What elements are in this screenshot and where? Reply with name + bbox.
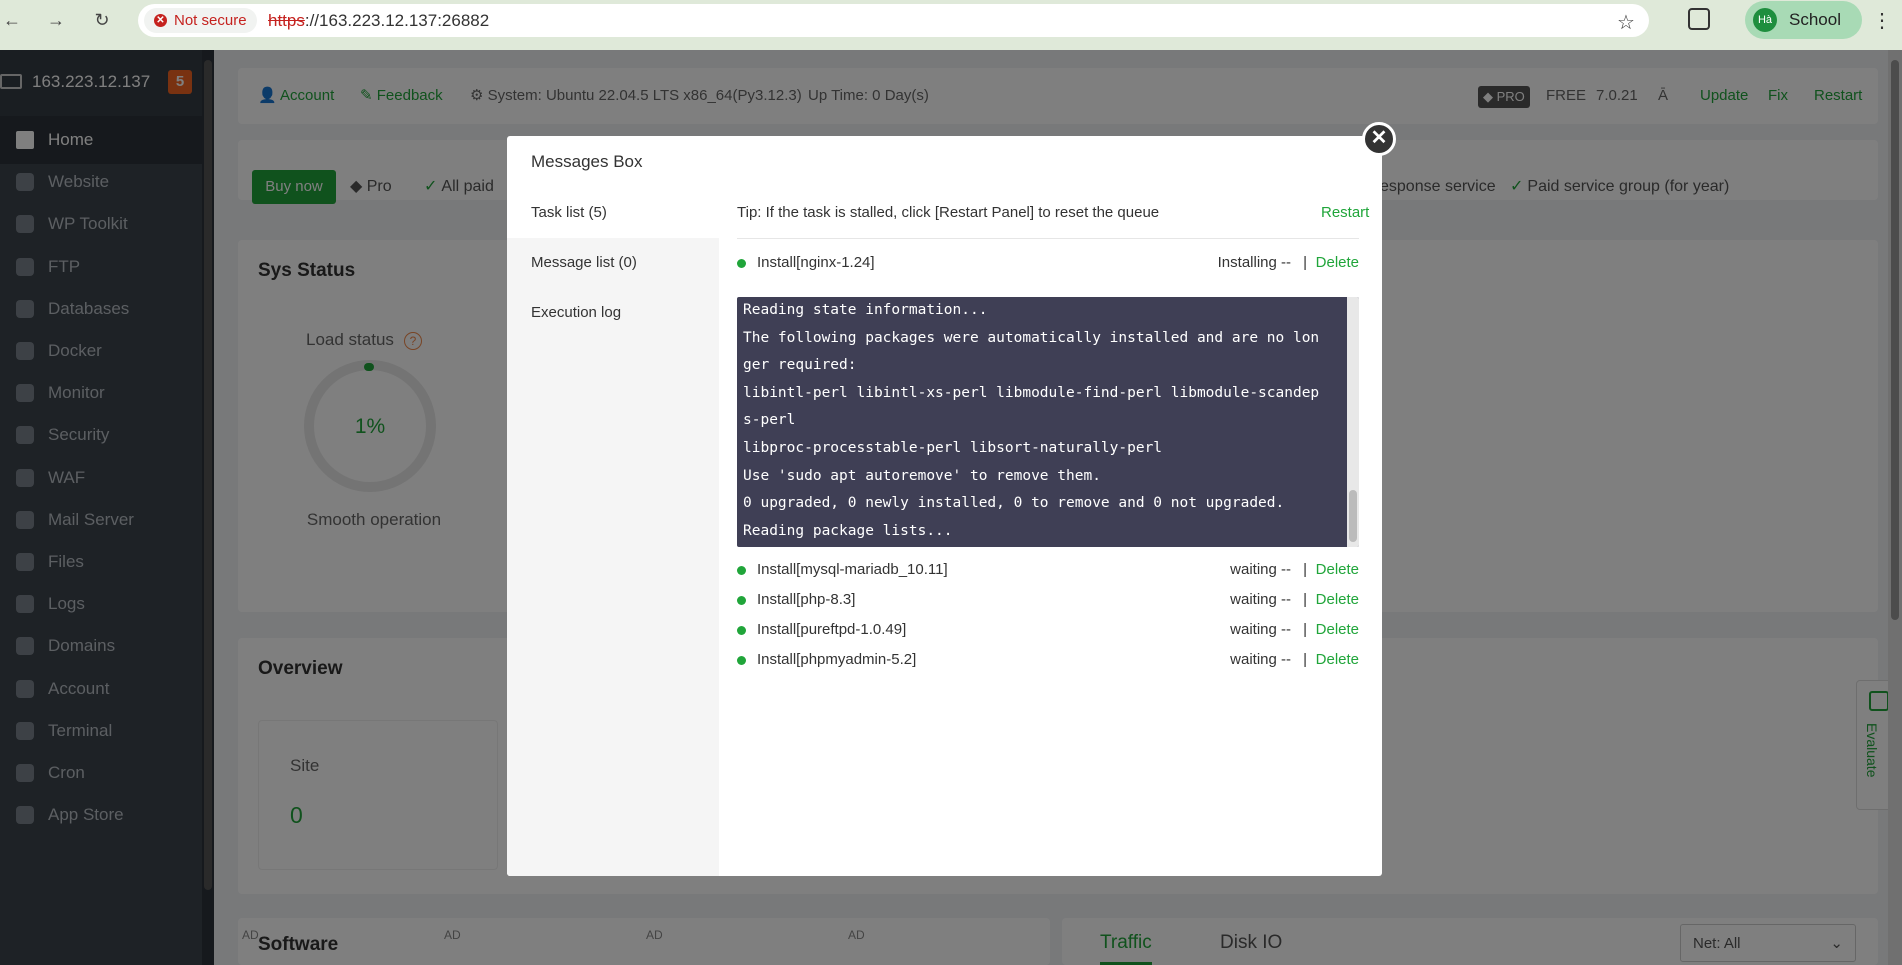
separator: | [1303, 621, 1307, 638]
restart-panel-link[interactable]: Restart [1321, 188, 1369, 238]
log-scroll-thumb[interactable] [1349, 490, 1357, 542]
task-status: Installing -- [1217, 254, 1291, 271]
avatar: Hà [1753, 8, 1777, 32]
divider [737, 238, 1359, 239]
status-dot-icon [737, 566, 746, 575]
tab-task-list[interactable]: Task list (5) [507, 188, 719, 238]
tab-message-list[interactable]: Message list (0) [507, 238, 719, 288]
delete-task-link[interactable]: Delete [1316, 248, 1359, 278]
install-log-text: Reading state information... The followi… [743, 302, 1320, 539]
task-row: Install[php-8.3] waiting -- | Delete [737, 585, 1359, 615]
profile-chip[interactable]: Hà School [1745, 1, 1862, 39]
modal-title: Messages Box [531, 152, 643, 171]
reload-icon[interactable]: ↻ [90, 8, 114, 32]
tab-execution-log[interactable]: Execution log [507, 288, 719, 338]
security-chip[interactable]: ✕ Not secure [144, 8, 257, 33]
delete-task-link[interactable]: Delete [1316, 585, 1359, 615]
task-status: waiting -- [1230, 561, 1291, 578]
separator: | [1303, 651, 1307, 668]
task-list-panel: Tip: If the task is stalled, click [Rest… [719, 188, 1382, 876]
url-rest: ://163.223.12.137:26882 [304, 11, 490, 30]
profile-name: School [1789, 10, 1841, 29]
extensions-icon[interactable] [1688, 8, 1710, 30]
status-dot-icon [737, 596, 746, 605]
close-icon[interactable]: ✕ [1362, 122, 1396, 156]
task-row: Install[phpmyadmin-5.2] waiting -- | Delete [737, 645, 1359, 675]
status-dot-icon [737, 259, 746, 268]
log-scrollbar[interactable] [1347, 297, 1359, 547]
url-scheme: https [268, 11, 305, 30]
delete-task-link[interactable]: Delete [1316, 555, 1359, 585]
task-row-active: Install[nginx-1.24] Installing -- | Dele… [737, 248, 1359, 278]
task-name: Install[phpmyadmin-5.2] [757, 651, 917, 668]
back-icon[interactable]: ← [0, 8, 24, 32]
task-name: Install[php-8.3] [757, 591, 856, 608]
task-name: Install[mysql-mariadb_10.11] [757, 561, 948, 578]
messages-box-modal: Messages Box Task list (5) Message list … [507, 136, 1382, 876]
task-status: waiting -- [1230, 591, 1291, 608]
separator: | [1303, 254, 1307, 271]
browser-toolbar: ← → ↻ ✕ Not secure https://163.223.12.13… [0, 0, 1902, 50]
task-row: Install[pureftpd-1.0.49] waiting -- | Delet… [737, 615, 1359, 645]
forward-icon[interactable]: → [44, 8, 68, 32]
status-dot-icon [737, 626, 746, 635]
delete-task-link[interactable]: Delete [1316, 645, 1359, 675]
task-row: Install[mysql-mariadb_10.11] waiting -- | D… [737, 555, 1359, 585]
tip-text: Tip: If the task is stalled, click [Rest… [737, 204, 1160, 221]
task-name: Install[pureftpd-1.0.49] [757, 621, 907, 638]
url-text[interactable]: https://163.223.12.137:26882 [268, 4, 489, 37]
modal-tab-list: Task list (5) Message list (0) Execution… [507, 188, 719, 876]
security-label: Not secure [174, 12, 247, 29]
install-log[interactable]: Reading state information... The followi… [737, 297, 1359, 547]
not-secure-icon: ✕ [154, 14, 167, 27]
status-dot-icon [737, 656, 746, 665]
browser-menu-icon[interactable]: ⋮ [1872, 8, 1892, 33]
separator: | [1303, 561, 1307, 578]
task-name: Install[nginx-1.24] [757, 254, 875, 271]
delete-task-link[interactable]: Delete [1316, 615, 1359, 645]
address-bar[interactable]: ✕ Not secure https://163.223.12.137:2688… [138, 4, 1649, 37]
task-status: waiting -- [1230, 621, 1291, 638]
task-status: waiting -- [1230, 651, 1291, 668]
separator: | [1303, 591, 1307, 608]
bookmark-star-icon[interactable]: ☆ [1617, 10, 1635, 35]
